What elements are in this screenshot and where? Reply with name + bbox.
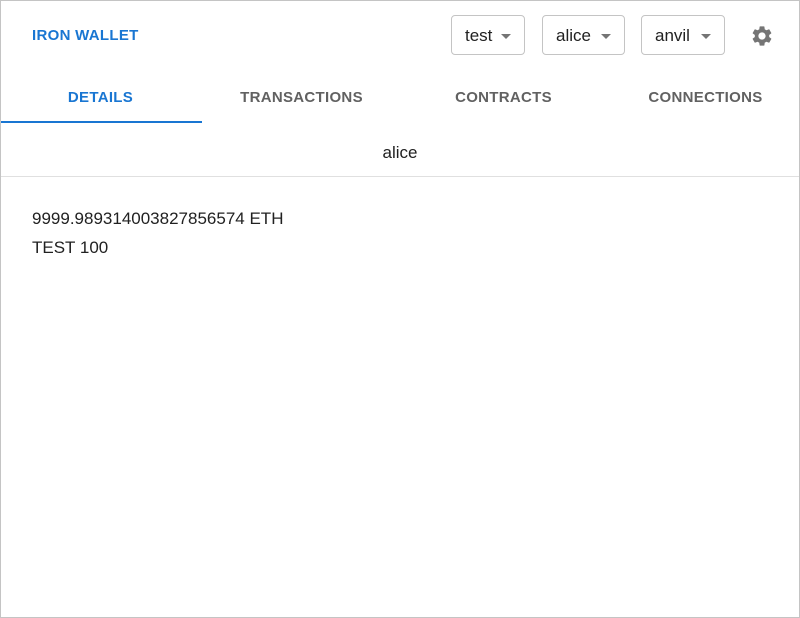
balance-amount: 9999.989314003827856574 [32,209,245,228]
profile-select[interactable]: test [451,15,525,55]
tab-connections[interactable]: CONNECTIONS [606,74,800,122]
account-select[interactable]: alice [542,15,625,55]
balance-item-test: TEST 100 [32,233,283,262]
profile-select-value: test [465,26,493,45]
balance-symbol: ETH [249,209,284,228]
tab-details[interactable]: DETAILS [1,74,200,122]
balance-item-eth: 9999.989314003827856574 ETH [32,204,283,233]
balance-symbol: TEST [32,238,76,257]
balance-list: 9999.989314003827856574 ETH TEST 100 [32,204,283,262]
network-select-value: anvil [655,26,690,45]
account-select-value: alice [556,26,591,45]
caret-down-icon [501,34,511,39]
tab-contracts[interactable]: CONTRACTS [404,74,603,122]
tab-transactions[interactable]: TRANSACTIONS [202,74,401,122]
network-select[interactable]: anvil [641,15,725,55]
gear-icon[interactable] [750,24,774,48]
account-name-header: alice [1,123,799,177]
app-title[interactable]: IRON WALLET [32,27,139,45]
caret-down-icon [701,34,711,39]
tab-bar: DETAILS TRANSACTIONS CONTRACTS CONNECTIO… [1,74,799,123]
wallet-window: IRON WALLET test alice anvil DETAILS TRA… [0,0,800,618]
balance-amount: 100 [79,238,109,257]
caret-down-icon [601,34,611,39]
